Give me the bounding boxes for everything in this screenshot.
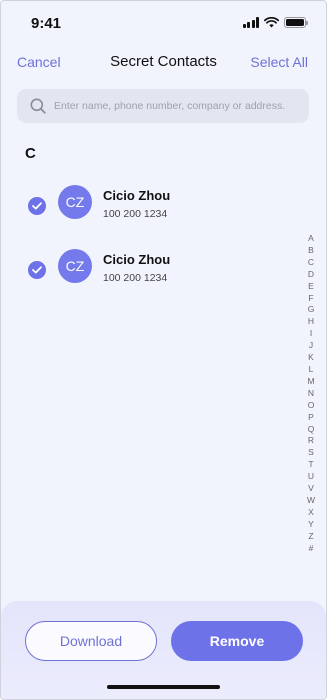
index-letter[interactable]: L: [309, 364, 314, 376]
checkmark-icon: [32, 266, 42, 274]
index-letter[interactable]: N: [308, 388, 314, 400]
home-indicator: [107, 685, 220, 689]
remove-button[interactable]: Remove: [171, 621, 303, 661]
contact-name: Cicio Zhou: [103, 188, 171, 203]
index-letter[interactable]: T: [308, 459, 313, 471]
index-letter[interactable]: C: [308, 257, 314, 269]
selected-checkbox[interactable]: [28, 197, 46, 215]
status-bar: 9:41: [1, 1, 326, 45]
index-letter[interactable]: B: [308, 245, 314, 257]
index-letter[interactable]: F: [308, 293, 313, 305]
index-letter[interactable]: Q: [308, 424, 315, 436]
index-letter[interactable]: R: [308, 435, 314, 447]
index-letter[interactable]: J: [309, 340, 313, 352]
search-input[interactable]: [54, 100, 304, 112]
index-letter[interactable]: I: [310, 328, 312, 340]
index-letter[interactable]: S: [308, 447, 314, 459]
index-letter[interactable]: D: [308, 269, 314, 281]
phone-screen: 9:41 Cancel Secret Contacts Select All C: [0, 0, 327, 700]
status-icons: [242, 17, 308, 28]
contact-row[interactable]: CZ Cicio Zhou 100 200 1234: [1, 245, 301, 295]
cellular-signal-icon: [242, 17, 259, 28]
index-letter[interactable]: V: [308, 483, 314, 495]
download-button[interactable]: Download: [25, 621, 157, 661]
bottom-action-bar: Download Remove: [1, 601, 326, 699]
avatar: CZ: [58, 185, 92, 219]
index-letter[interactable]: G: [308, 304, 315, 316]
index-letter[interactable]: U: [308, 471, 314, 483]
index-letter[interactable]: K: [308, 352, 314, 364]
section-header-letter: C: [25, 145, 36, 162]
index-letter[interactable]: X: [308, 507, 314, 519]
search-icon: [30, 98, 46, 114]
index-letter[interactable]: #: [309, 543, 314, 555]
checkmark-icon: [32, 202, 42, 210]
wifi-icon: [264, 17, 279, 28]
status-time: 9:41: [31, 15, 62, 32]
avatar: CZ: [58, 249, 92, 283]
index-letter[interactable]: E: [308, 281, 314, 293]
contact-phone: 100 200 1234: [103, 208, 168, 220]
contact-name: Cicio Zhou: [103, 252, 171, 267]
contact-row[interactable]: CZ Cicio Zhou 100 200 1234: [1, 181, 301, 231]
index-letter[interactable]: W: [307, 495, 315, 507]
alphabet-index[interactable]: A B C D E F G H I J K L M N O P Q R S T U V W X Y Z #: [305, 233, 317, 554]
index-letter[interactable]: O: [308, 400, 315, 412]
battery-icon: [284, 17, 308, 28]
index-letter[interactable]: P: [308, 412, 314, 424]
navigation-bar: Cancel Secret Contacts Select All: [1, 49, 326, 75]
index-letter[interactable]: M: [307, 376, 314, 388]
search-bar[interactable]: [17, 89, 309, 123]
selected-checkbox[interactable]: [28, 261, 46, 279]
index-letter[interactable]: H: [308, 316, 314, 328]
select-all-button[interactable]: Select All: [250, 54, 308, 70]
contact-phone: 100 200 1234: [103, 272, 168, 284]
index-letter[interactable]: A: [308, 233, 314, 245]
index-letter[interactable]: Y: [308, 519, 314, 531]
index-letter[interactable]: Z: [308, 531, 313, 543]
